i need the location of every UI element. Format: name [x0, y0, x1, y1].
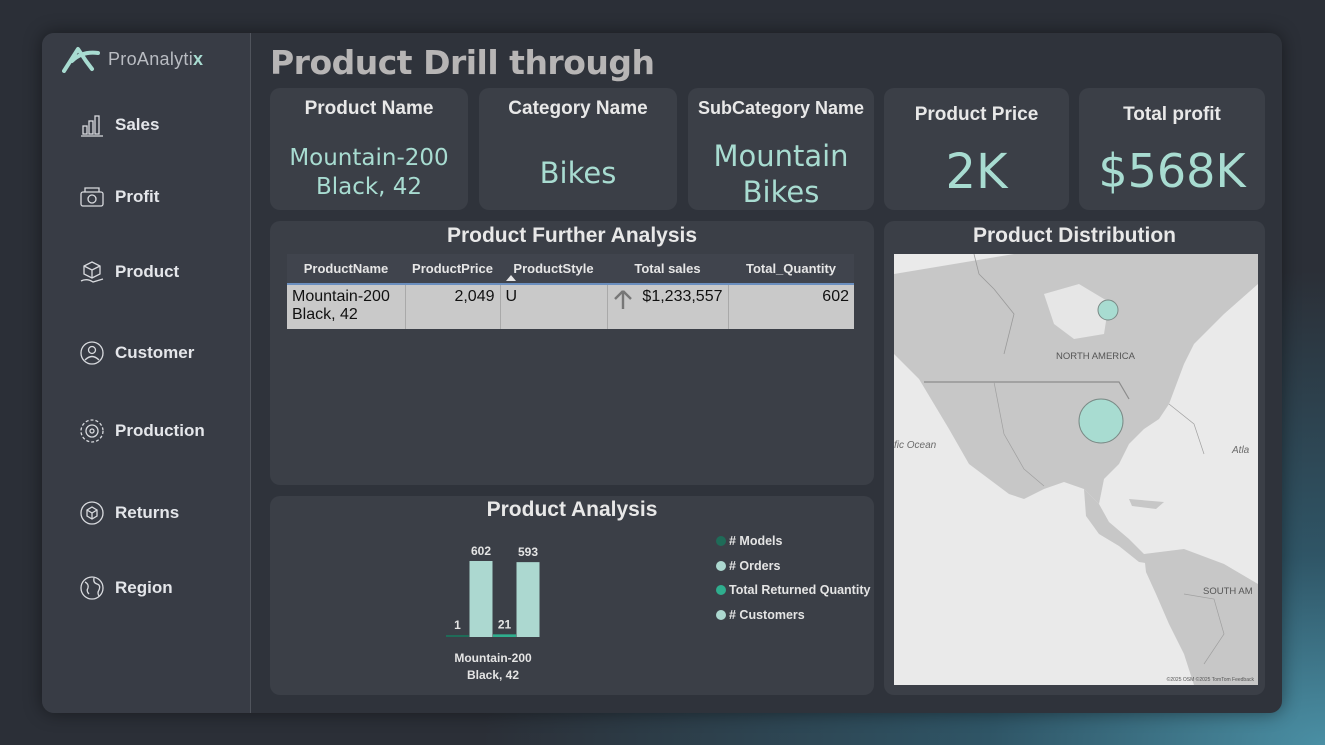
kpi-card-product-name: Product Name Mountain-200 Black, 42	[270, 88, 468, 210]
legend-item-customers[interactable]: # Customers	[716, 608, 805, 622]
category-tick-label: Black, 42	[467, 668, 519, 682]
cell-total-quantity: 602	[727, 284, 854, 329]
sidebar-item-sales[interactable]: Sales	[78, 110, 159, 140]
kpi-value: 2K	[945, 144, 1008, 200]
data-label: 1	[454, 618, 461, 632]
sort-ascending-icon	[506, 275, 516, 281]
panel-title: Product Further Analysis	[446, 224, 698, 247]
column-header-product-price[interactable]: ProductPrice	[405, 254, 500, 285]
kpi-value: $568K	[1098, 144, 1246, 198]
product-distribution-panel: Product Distribution NORTH AMERICA fic O…	[884, 221, 1265, 695]
sidebar-item-product[interactable]: Product	[78, 257, 179, 287]
bar-orders[interactable]	[469, 561, 493, 637]
table-header-row: ProductName ProductPrice ProductStyle To…	[287, 254, 854, 285]
kpi-value: Mountain-200 Black, 42	[289, 145, 449, 200]
kpi-label: Product Price	[914, 104, 1039, 125]
sidebar: ProAnalytix Sales Profit Product Custome…	[42, 33, 251, 713]
distribution-map[interactable]: NORTH AMERICA fic Ocean Atla SOUTH AM ©2…	[894, 254, 1258, 685]
cell-total-sales: $1,233,557	[606, 284, 728, 329]
kpi-label: Total profit	[1123, 104, 1221, 125]
trend-up-arrow-icon	[613, 289, 633, 314]
data-label: 593	[518, 545, 538, 559]
column-header-total-sales[interactable]: Total sales	[607, 254, 728, 285]
cell-product-style: U	[499, 284, 607, 329]
cell-product-price: 2,049	[404, 284, 500, 329]
region-icon	[78, 574, 106, 602]
data-label: 602	[471, 544, 491, 558]
bar-total-returned-quantity[interactable]	[493, 634, 516, 637]
kpi-card-category-name: Category Name Bikes	[479, 88, 677, 210]
product-icon	[78, 258, 106, 286]
kpi-card-total-profit: Total profit $568K	[1079, 88, 1265, 210]
legend-item-orders[interactable]: # Orders	[716, 559, 780, 573]
profit-icon	[78, 183, 106, 211]
legend-dot	[716, 610, 726, 620]
map-label-south-america: SOUTH AM	[1203, 586, 1253, 597]
category-tick-label: Mountain-200	[454, 651, 532, 665]
kpi-label: Category Name	[508, 98, 648, 119]
brand-logo: ProAnalytix	[62, 45, 203, 73]
kpi-card-subcategory-name: SubCategory Name Mountain Bikes	[688, 88, 874, 210]
sidebar-item-returns[interactable]: Returns	[78, 498, 179, 528]
bar-models[interactable]	[446, 635, 469, 637]
sidebar-item-region[interactable]: Region	[78, 573, 173, 603]
column-header-product-name[interactable]: ProductName	[287, 254, 405, 285]
kpi-label: SubCategory Name	[697, 98, 865, 118]
kpi-card-product-price: Product Price 2K	[884, 88, 1069, 210]
sales-icon	[78, 111, 106, 139]
data-label: 21	[498, 617, 512, 631]
cell-product-name: Mountain-200 Black, 42	[287, 284, 405, 329]
column-header-total-quantity[interactable]: Total_Quantity	[728, 254, 854, 285]
page-title: Product Drill through	[270, 43, 655, 82]
legend-dot	[716, 536, 726, 546]
proanalytix-logo-icon	[62, 47, 100, 73]
sidebar-item-customer[interactable]: Customer	[78, 338, 194, 368]
kpi-label: Product Name	[304, 98, 434, 119]
further-analysis-table: ProductName ProductPrice ProductStyle To…	[287, 254, 854, 329]
legend-item-total-returned-quantity[interactable]: Total Returned Quantity	[716, 583, 870, 597]
further-analysis-panel: Product Further Analysis ProductName Pro…	[270, 221, 874, 485]
legend-item-models[interactable]: # Models	[716, 534, 783, 548]
production-icon	[78, 417, 106, 445]
map-label-pacific-ocean: fic Ocean	[894, 440, 937, 451]
map-credits[interactable]: ©2025 OSM ©2025 TomTom Feedback	[1167, 677, 1254, 683]
product-analysis-panel: Product Analysis 1 602 21 593 Mountain-200 Bl…	[270, 496, 874, 695]
bar-customers[interactable]	[516, 562, 540, 637]
sidebar-item-profit[interactable]: Profit	[78, 182, 159, 212]
customer-icon	[78, 339, 106, 367]
panel-title: Product Distribution	[973, 224, 1176, 247]
map-land	[894, 254, 1258, 685]
kpi-value: Mountain Bikes	[713, 139, 849, 209]
sidebar-item-production[interactable]: Production	[78, 416, 205, 446]
table-row[interactable]: Mountain-200 Black, 42 2,049 U $1,233,557…	[287, 284, 854, 329]
column-header-product-style[interactable]: ProductStyle	[500, 254, 607, 285]
map-label-atlantic: Atla	[1232, 445, 1250, 456]
legend-dot	[716, 585, 726, 595]
map-label-north-america: NORTH AMERICA	[1056, 351, 1136, 362]
brand-name: ProAnalytix	[108, 48, 204, 69]
returns-icon	[78, 499, 106, 527]
kpi-value: Bikes	[539, 156, 617, 190]
legend-dot	[716, 561, 726, 571]
